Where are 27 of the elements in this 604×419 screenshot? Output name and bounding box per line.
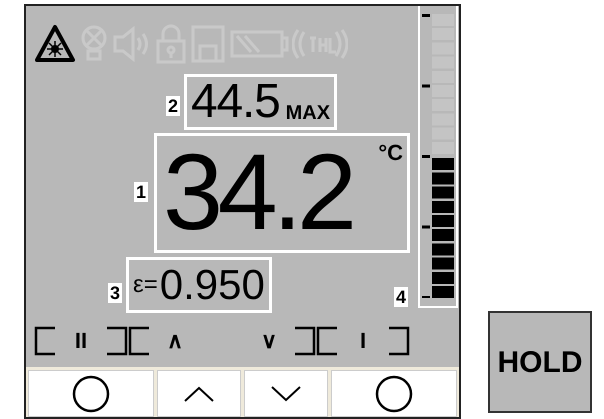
circle-icon (72, 374, 110, 412)
right-bracket-icon (294, 326, 316, 356)
circle-icon (375, 374, 414, 412)
panel-button[interactable] (28, 370, 154, 417)
softkey-label: ∨ (261, 330, 277, 352)
emissivity-label: ε= (133, 273, 158, 297)
mode-label: MAX (286, 103, 330, 123)
right-bracket-icon (388, 326, 410, 356)
chevron-up-icon (184, 386, 214, 402)
callout-number: 3 (108, 283, 122, 303)
primary-temperature: 34.2 (163, 136, 352, 248)
callout-number: 1 (134, 182, 148, 202)
callout-number: 4 (394, 287, 408, 307)
hold-button[interactable]: HOLD (488, 311, 592, 413)
panel-button[interactable] (331, 370, 457, 417)
left-bracket-icon (316, 326, 338, 356)
left-bracket-icon (128, 326, 150, 356)
softkey-label: II (74, 330, 88, 352)
softkey-label: I (360, 330, 366, 352)
left-bracket-icon (34, 326, 56, 356)
secondary-temperature: 44.5 (191, 77, 280, 127)
chevron-down-icon (271, 386, 302, 402)
unit-label: °C (378, 142, 403, 164)
callout-number: 2 (166, 96, 180, 116)
right-bracket-icon (106, 326, 128, 356)
emissivity-value: 0.950 (160, 264, 265, 306)
softkey-label: ∧ (167, 330, 183, 352)
